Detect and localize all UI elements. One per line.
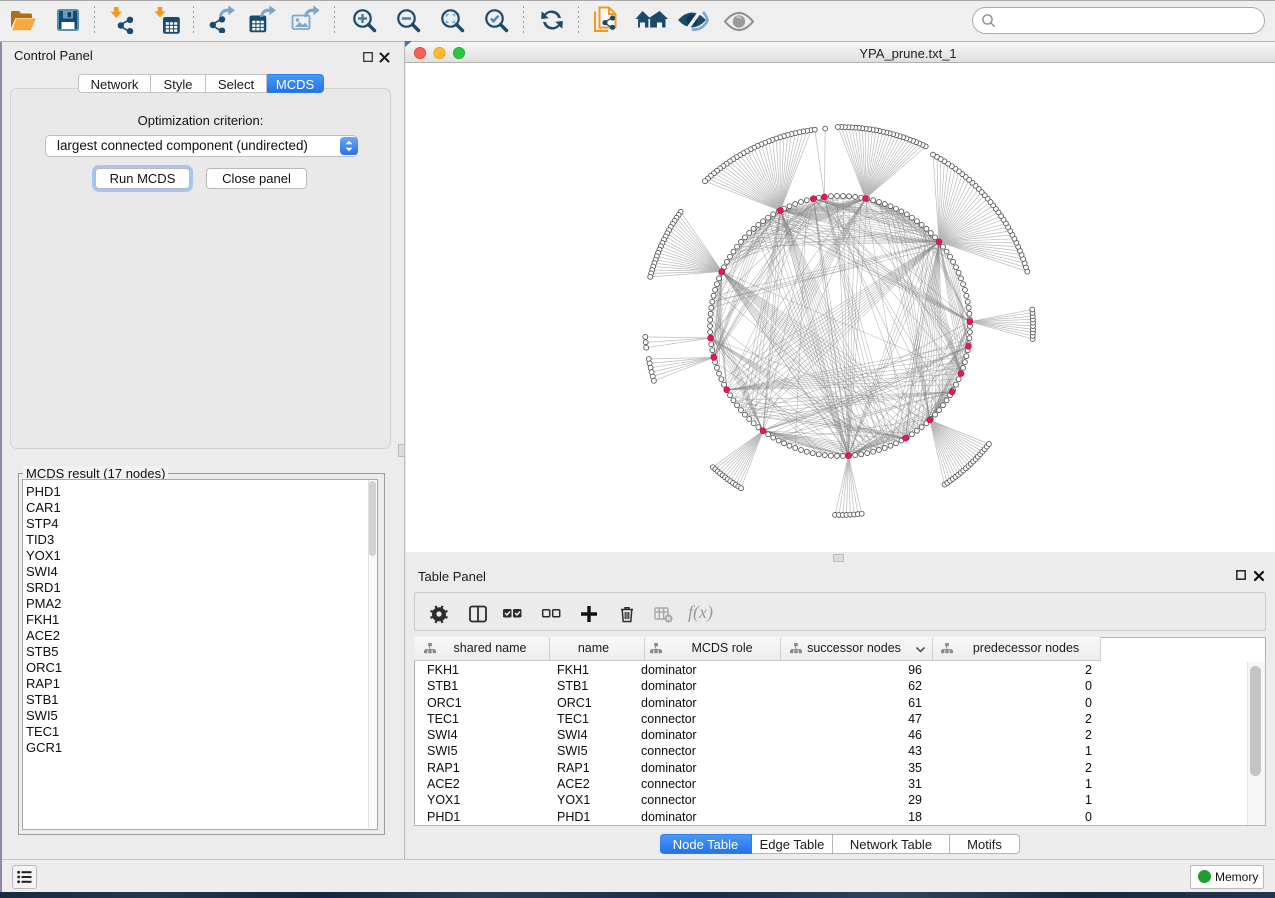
svg-text:f(x): f(x): [688, 602, 713, 623]
